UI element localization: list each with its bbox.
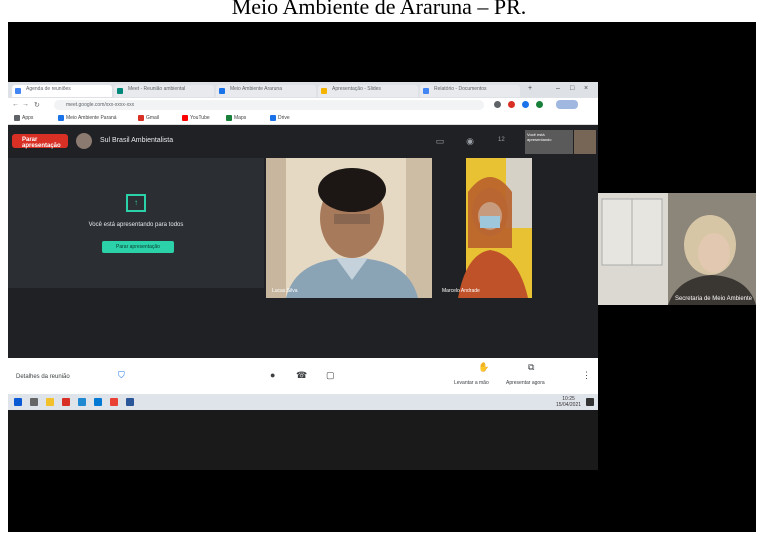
participant-count: 12 (498, 137, 505, 143)
meeting-bottom-bar: Detalhes da reunião ⛉ ● ☎ ▢ ✋ Levantar a… (8, 358, 598, 394)
browser-tab-label: Agenda de reuniões (26, 86, 71, 92)
edge-icon[interactable] (78, 398, 86, 406)
bookmark-label: Apps (22, 115, 34, 121)
close-window-icon[interactable]: × (584, 85, 588, 92)
stop-presenting-button[interactable]: Parar apresentação (12, 134, 68, 149)
raise-hand-icon[interactable]: ✋ (478, 362, 489, 373)
stop-presenting-panel-label: Parar apresentação (116, 244, 160, 250)
presentation-panel: ↑ Você está apresentando para todos Para… (8, 158, 264, 288)
presenter-name: Sul Brasil Ambientalista (100, 137, 174, 144)
stop-presenting-panel-button[interactable]: Parar apresentação (102, 241, 174, 253)
participant-video (266, 158, 432, 298)
back-icon[interactable]: ← (12, 101, 19, 108)
word-icon[interactable] (126, 398, 134, 406)
mail-icon[interactable] (62, 398, 70, 406)
stop-presenting-label: Parar apresentação (22, 137, 61, 149)
participant-name: Marcelo Andrade (442, 288, 480, 294)
docs-icon (423, 88, 429, 94)
clock-date: 15/04/2021 (556, 402, 582, 408)
profile-button[interactable] (556, 100, 578, 109)
present-screen-icon: ↑ (126, 194, 146, 212)
chrome-icon[interactable] (110, 398, 118, 406)
address-bar-row: ← → ↻ meet.google.com/xxx-xxxx-xxx (8, 98, 598, 112)
chat-icon[interactable]: ◉ (464, 135, 476, 147)
extension-icon[interactable] (522, 101, 529, 108)
camera-icon[interactable]: ▢ (326, 370, 335, 381)
bookmark-label: YouTube (190, 115, 210, 121)
bookmark-icon (182, 115, 188, 121)
minimize-icon[interactable]: – (556, 85, 560, 92)
raise-hand-label[interactable]: Levantar a mão (454, 380, 489, 386)
camera-video (598, 193, 756, 305)
participant-tile[interactable]: Marcelo Andrade (438, 158, 558, 298)
bookmark-label: Meio Ambiente Paraná (66, 115, 117, 121)
meet-icon (117, 88, 123, 94)
present-now-label[interactable]: Apresentar agora (506, 380, 545, 386)
bookmark-label: Maps (234, 115, 247, 121)
browser-tab[interactable]: Relatório - Documentos (420, 85, 520, 97)
captions-icon[interactable]: ▭ (434, 135, 446, 147)
browser-tab[interactable]: Meio Ambiente Araruna (216, 85, 316, 97)
browser-tab-label: Apresentação - Slides (332, 86, 381, 92)
video-caption: Meio Ambiente de Araruna – PR. (231, 0, 527, 19)
bookmarks-bar: Apps Meio Ambiente Paraná Gmail YouTube Maps… (8, 112, 598, 125)
bookmark-icon (14, 115, 20, 121)
more-options-icon[interactable]: ⋮ (582, 370, 591, 381)
slides-icon (321, 88, 327, 94)
folder-icon[interactable] (46, 398, 54, 406)
new-tab-icon[interactable]: + (528, 85, 532, 92)
extension-icon[interactable] (508, 101, 515, 108)
taskbar-clock: 10:25 15/04/2021 (556, 396, 581, 408)
url-field[interactable]: meet.google.com/xxx-xxxx-xxx (54, 100, 484, 110)
extension-icon[interactable] (536, 101, 543, 108)
browser-tab-label: Meio Ambiente Araruna (230, 86, 282, 92)
participant-video (458, 158, 532, 298)
bookmark-label: Drive (278, 115, 290, 121)
store-icon[interactable] (94, 398, 102, 406)
browser-tab-label: Meet - Reunião ambiental (128, 86, 186, 92)
url-text: meet.google.com/xxx-xxxx-xxx (66, 102, 135, 108)
calendar-icon (15, 88, 21, 94)
meeting-grid: ↑ Você está apresentando para todos Para… (8, 158, 598, 358)
maximize-icon[interactable]: □ (570, 85, 574, 92)
microphone-icon[interactable]: ● (270, 370, 275, 380)
doc-icon (219, 88, 225, 94)
shield-icon: ⛉ (118, 370, 125, 380)
page-root: Meio Ambiente de Araruna – PR. Agenda de… (0, 0, 758, 535)
browser-tab[interactable]: Agenda de reuniões (12, 85, 112, 97)
bookmark-icon (226, 115, 232, 121)
screen-share: Agenda de reuniões Meet - Reunião ambient… (8, 82, 598, 470)
extension-icon[interactable] (494, 101, 501, 108)
participant-thumbnail[interactable] (574, 130, 596, 154)
bookmark-label: Gmail (146, 115, 160, 121)
browser-tab[interactable]: Meet - Reunião ambiental (114, 85, 214, 97)
forward-icon[interactable]: → (22, 101, 29, 108)
participant-tile[interactable]: Lucas Silva (266, 158, 432, 298)
browser-tab-label: Relatório - Documentos (434, 86, 487, 92)
presenting-message: Você está apresentando para todos (88, 222, 184, 228)
bookmark-item[interactable]: Meio Ambiente Paraná (58, 115, 128, 122)
os-taskbar: 10:25 15/04/2021 (8, 394, 598, 410)
present-now-icon[interactable]: ⧉ (528, 362, 534, 373)
meeting-top-bar: Parar apresentação Sul Brasil Ambientali… (8, 125, 598, 158)
camera-participant-name: Secretaria de Meio Ambiente (674, 296, 752, 302)
start-icon[interactable] (14, 398, 22, 406)
self-preview-label: Você está apresentando (527, 132, 552, 142)
avatar (76, 133, 92, 149)
search-icon[interactable] (30, 398, 38, 406)
bookmark-icon (58, 115, 64, 121)
notification-icon[interactable] (586, 398, 594, 406)
bookmark-icon (270, 115, 276, 121)
bookmark-icon (138, 115, 144, 121)
bookmark-item[interactable]: Drive (270, 115, 340, 122)
reload-icon[interactable]: ↻ (34, 101, 40, 109)
hang-up-icon[interactable]: ☎ (296, 370, 307, 381)
self-preview-thumbnail[interactable]: Você está apresentando (525, 130, 573, 154)
participant-camera[interactable]: Secretaria de Meio Ambiente (598, 193, 756, 305)
browser-tab-bar: Agenda de reuniões Meet - Reunião ambient… (8, 82, 598, 98)
participant-name: Lucas Silva (272, 288, 298, 294)
meeting-details-button[interactable]: Detalhes da reunião (16, 374, 70, 380)
browser-tab[interactable]: Apresentação - Slides (318, 85, 418, 97)
